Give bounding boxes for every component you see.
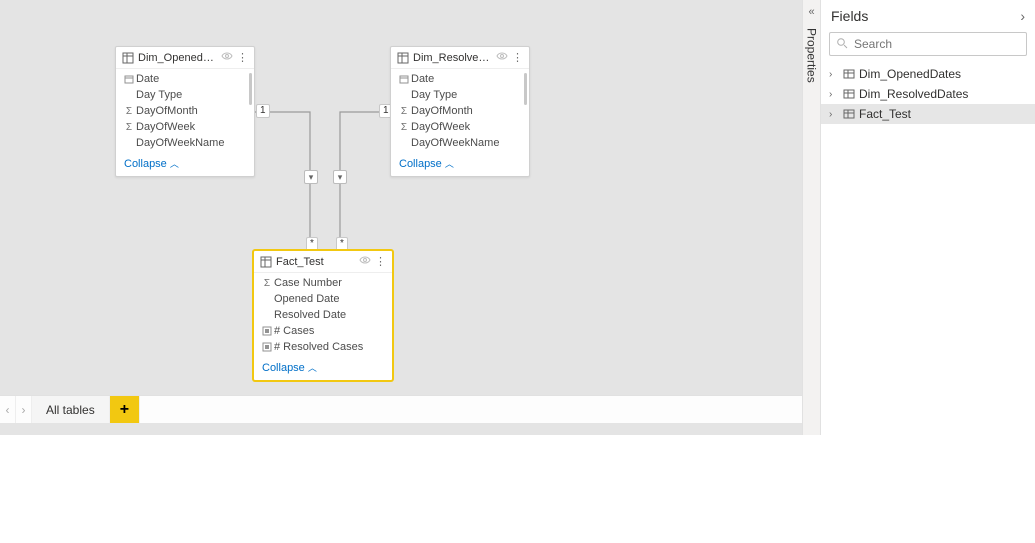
chevron-right-icon: › xyxy=(829,89,843,100)
scrollbar-thumb[interactable] xyxy=(524,73,527,105)
tab-nav-next[interactable]: › xyxy=(16,396,32,423)
table-icon xyxy=(843,68,855,80)
field-row[interactable]: # Cases xyxy=(254,323,392,339)
collapse-link[interactable]: Collapse ︿ xyxy=(391,153,529,176)
filter-direction-icon[interactable]: ▾ xyxy=(333,170,347,184)
collapse-link[interactable]: Collapse ︿ xyxy=(116,153,254,176)
table-icon xyxy=(397,52,409,64)
field-row[interactable]: Day Type xyxy=(391,87,529,103)
sigma-icon xyxy=(397,122,411,133)
table-icon xyxy=(260,256,272,268)
field-row[interactable]: DayOfMonth xyxy=(391,103,529,119)
tree-item-dim-openeddates[interactable]: › Dim_OpenedDates xyxy=(821,64,1035,84)
search-input[interactable] xyxy=(852,36,1020,52)
field-row[interactable]: # Resolved Cases xyxy=(254,339,392,355)
table-card-dim-openeddates[interactable]: Dim_OpenedDates ⋮ Date Day Type DayOfMon… xyxy=(115,46,255,177)
tree-item-label: Dim_OpenedDates xyxy=(859,67,961,81)
field-row[interactable]: DayOfWeekName xyxy=(391,135,529,151)
cardinality-one: 1 xyxy=(256,104,270,118)
date-field-icon xyxy=(397,74,411,84)
field-row[interactable]: Day Type xyxy=(116,87,254,103)
table-icon xyxy=(843,88,855,100)
fields-search[interactable] xyxy=(829,32,1027,56)
cardinality-many: * xyxy=(336,237,348,251)
field-row[interactable]: Opened Date xyxy=(254,291,392,307)
model-canvas[interactable]: 1 1 ▾ ▾ * * Dim_OpenedDates ⋮ Date Day T… xyxy=(0,0,802,435)
chevron-right-icon: › xyxy=(829,109,843,120)
collapse-link[interactable]: Collapse ︿ xyxy=(254,357,392,380)
measure-icon xyxy=(260,342,274,352)
collapse-pane-icon[interactable]: › xyxy=(1020,8,1025,24)
field-row[interactable]: Case Number xyxy=(254,275,392,291)
tab-nav-prev[interactable]: ‹ xyxy=(0,396,16,423)
field-row[interactable]: Date xyxy=(391,71,529,87)
fields-pane: Fields › › Dim_OpenedDates › Dim_Resolve… xyxy=(820,0,1035,435)
tree-item-dim-resolveddates[interactable]: › Dim_ResolvedDates xyxy=(821,84,1035,104)
sigma-icon xyxy=(122,122,136,133)
field-row[interactable]: Resolved Date xyxy=(254,307,392,323)
cardinality-many: * xyxy=(306,237,318,251)
more-options-icon[interactable]: ⋮ xyxy=(512,51,523,64)
layout-tabs: ‹ › All tables + xyxy=(0,395,802,423)
table-icon xyxy=(122,52,134,64)
fields-pane-title: Fields xyxy=(831,8,1020,24)
table-title: Fact_Test xyxy=(276,256,355,268)
table-icon xyxy=(843,108,855,120)
visibility-icon[interactable] xyxy=(496,51,508,64)
fields-tree: › Dim_OpenedDates › Dim_ResolvedDates › … xyxy=(821,64,1035,124)
measure-icon xyxy=(260,326,274,336)
table-card-fact-test[interactable]: Fact_Test ⋮ Case Number Opened Date Reso… xyxy=(253,250,393,381)
visibility-icon[interactable] xyxy=(221,51,233,64)
tree-item-label: Fact_Test xyxy=(859,107,911,121)
scrollbar-thumb[interactable] xyxy=(249,73,252,105)
visibility-icon[interactable] xyxy=(359,255,371,268)
field-row[interactable]: Date xyxy=(116,71,254,87)
expand-pane-icon[interactable]: « xyxy=(808,0,814,24)
field-row[interactable]: DayOfWeek xyxy=(116,119,254,135)
sigma-icon xyxy=(122,106,136,117)
sigma-icon xyxy=(397,106,411,117)
chevron-right-icon: › xyxy=(829,69,843,80)
field-row[interactable]: DayOfWeek xyxy=(391,119,529,135)
date-field-icon xyxy=(122,74,136,84)
field-row[interactable]: DayOfMonth xyxy=(116,103,254,119)
table-card-dim-resolveddates[interactable]: Dim_ResolvedDates ⋮ Date Day Type DayOfM… xyxy=(390,46,530,177)
tree-item-fact-test[interactable]: › Fact_Test xyxy=(821,104,1035,124)
more-options-icon[interactable]: ⋮ xyxy=(375,255,386,268)
field-row[interactable]: DayOfWeekName xyxy=(116,135,254,151)
more-options-icon[interactable]: ⋮ xyxy=(237,51,248,64)
properties-label: Properties xyxy=(805,28,819,83)
table-title: Dim_OpenedDates xyxy=(138,52,217,64)
tab-add-layout[interactable]: + xyxy=(110,396,140,423)
sigma-icon xyxy=(260,278,274,289)
tree-item-label: Dim_ResolvedDates xyxy=(859,87,968,101)
table-title: Dim_ResolvedDates xyxy=(413,52,492,64)
search-icon xyxy=(836,37,848,52)
tab-all-tables[interactable]: All tables xyxy=(32,396,110,423)
filter-direction-icon[interactable]: ▾ xyxy=(304,170,318,184)
properties-pane-collapsed[interactable]: « Properties xyxy=(802,0,820,435)
